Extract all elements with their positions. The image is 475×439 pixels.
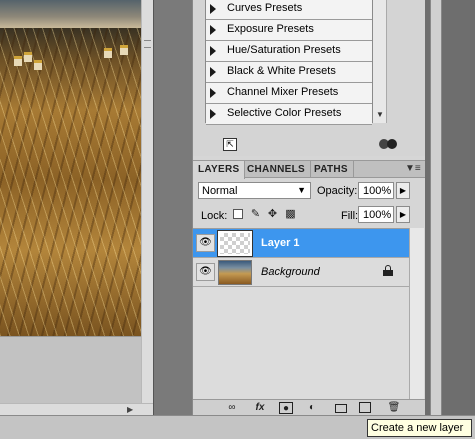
preset-curves[interactable]: Curves Presets bbox=[206, 0, 372, 20]
adjustment-presets-list: Curves Presets Exposure Presets Hue/Satu… bbox=[205, 0, 373, 125]
blend-mode-select[interactable]: Normal ▼ bbox=[198, 182, 311, 199]
fill-label: Fill: bbox=[341, 210, 359, 222]
fill-slider-arrow-icon[interactable]: ▶ bbox=[396, 206, 410, 223]
link-icon[interactable]: ∞ bbox=[223, 402, 241, 414]
expand-triangle-icon[interactable] bbox=[210, 25, 216, 35]
preset-label: Channel Mixer Presets bbox=[227, 86, 339, 98]
layer-thumbnail bbox=[218, 260, 252, 285]
scroll-right-arrow-icon[interactable]: ▶ bbox=[127, 405, 133, 414]
scroll-grip-icon[interactable] bbox=[144, 40, 151, 48]
document-canvas[interactable] bbox=[0, 0, 153, 415]
layers-bottom-toolbar: ∞ fx ● ◐ 🗑 bbox=[193, 399, 426, 415]
preset-label: Exposure Presets bbox=[227, 23, 314, 35]
clip-to-layer-icon[interactable] bbox=[379, 139, 401, 151]
panel-menu-icon[interactable]: ▼≡ bbox=[405, 163, 421, 174]
layers-list: 👁 Layer 1 👁 Background bbox=[193, 228, 409, 403]
photo-image bbox=[0, 0, 141, 336]
beach-chair bbox=[14, 56, 22, 66]
beach-chair bbox=[24, 52, 32, 62]
trash-icon[interactable]: 🗑 bbox=[387, 402, 401, 414]
layers-panel: LAYERS CHANNELS PATHS ▼≡ Normal ▼ Opacit… bbox=[192, 156, 426, 415]
expand-triangle-icon[interactable] bbox=[210, 109, 216, 119]
layer-thumbnail bbox=[217, 230, 253, 257]
expand-triangle-icon[interactable] bbox=[210, 88, 216, 98]
lock-image-pixels-icon[interactable]: ✎ bbox=[249, 208, 262, 221]
preset-selective-color[interactable]: Selective Color Presets bbox=[206, 104, 372, 125]
eye-visibility-icon[interactable]: 👁 bbox=[196, 263, 215, 281]
lock-icon bbox=[383, 265, 393, 276]
scroll-down-arrow-icon[interactable]: ▼ bbox=[376, 110, 384, 119]
opacity-input[interactable]: 100% bbox=[358, 182, 394, 199]
lock-all-icon[interactable]: ▩ bbox=[284, 208, 297, 221]
return-to-list-icon[interactable]: ⇱ bbox=[223, 138, 237, 151]
tooltip: Create a new layer bbox=[367, 419, 472, 437]
preset-label: Hue/Saturation Presets bbox=[227, 44, 341, 56]
fx-icon[interactable]: fx bbox=[251, 402, 269, 414]
fill-input[interactable]: 100% bbox=[358, 206, 394, 223]
presets-scrollbar[interactable]: ▼ bbox=[373, 0, 387, 123]
lock-position-icon[interactable]: ✥ bbox=[266, 208, 279, 221]
lock-label: Lock: bbox=[201, 210, 228, 222]
group-folder-icon[interactable] bbox=[335, 404, 347, 413]
beach-background bbox=[0, 0, 141, 28]
layer-name[interactable]: Layer 1 bbox=[261, 237, 300, 249]
preset-hue-saturation[interactable]: Hue/Saturation Presets bbox=[206, 41, 372, 62]
beach-chair bbox=[104, 48, 112, 58]
panel-gutter bbox=[153, 0, 192, 415]
expand-triangle-icon[interactable] bbox=[210, 4, 216, 14]
panel-dock-edge bbox=[430, 0, 442, 415]
layers-scrollbar[interactable] bbox=[409, 228, 424, 403]
new-layer-icon[interactable] bbox=[359, 402, 371, 413]
expand-triangle-icon[interactable] bbox=[210, 46, 216, 56]
preset-black-white[interactable]: Black & White Presets bbox=[206, 62, 372, 83]
layer-name[interactable]: Background bbox=[261, 266, 320, 278]
preset-label: Selective Color Presets bbox=[227, 107, 342, 119]
adjustments-panel: Curves Presets Exposure Presets Hue/Satu… bbox=[192, 0, 425, 156]
expand-triangle-icon[interactable] bbox=[210, 67, 216, 77]
canvas-horizontal-scrollbar[interactable]: ▶ bbox=[0, 403, 153, 415]
preset-channel-mixer[interactable]: Channel Mixer Presets bbox=[206, 83, 372, 104]
layer-row-background[interactable]: 👁 Background bbox=[193, 258, 409, 287]
lock-transparent-pixels-icon[interactable] bbox=[233, 209, 243, 219]
chevron-down-icon: ▼ bbox=[297, 185, 306, 195]
opacity-slider-arrow-icon[interactable]: ▶ bbox=[396, 182, 410, 199]
tab-paths[interactable]: PATHS bbox=[309, 161, 354, 178]
tab-channels[interactable]: CHANNELS bbox=[242, 161, 311, 178]
preset-exposure[interactable]: Exposure Presets bbox=[206, 20, 372, 41]
tab-layers[interactable]: LAYERS bbox=[193, 161, 246, 179]
preset-label: Curves Presets bbox=[227, 2, 303, 14]
canvas-pasteboard bbox=[0, 336, 141, 403]
blend-mode-value: Normal bbox=[202, 185, 238, 197]
adjustment-icon[interactable]: ◐ bbox=[305, 402, 319, 414]
eye-visibility-icon[interactable]: 👁 bbox=[196, 234, 215, 252]
preset-label: Black & White Presets bbox=[227, 65, 336, 77]
layer-row-layer-1[interactable]: 👁 Layer 1 bbox=[193, 229, 409, 258]
beach-chair bbox=[34, 60, 42, 70]
panel-tab-bar: LAYERS CHANNELS PATHS ▼≡ bbox=[193, 160, 426, 179]
opacity-label: Opacity: bbox=[317, 185, 358, 197]
mask-icon[interactable]: ● bbox=[279, 402, 293, 414]
beach-chair bbox=[120, 45, 128, 55]
canvas-vertical-scrollbar[interactable] bbox=[141, 0, 153, 403]
